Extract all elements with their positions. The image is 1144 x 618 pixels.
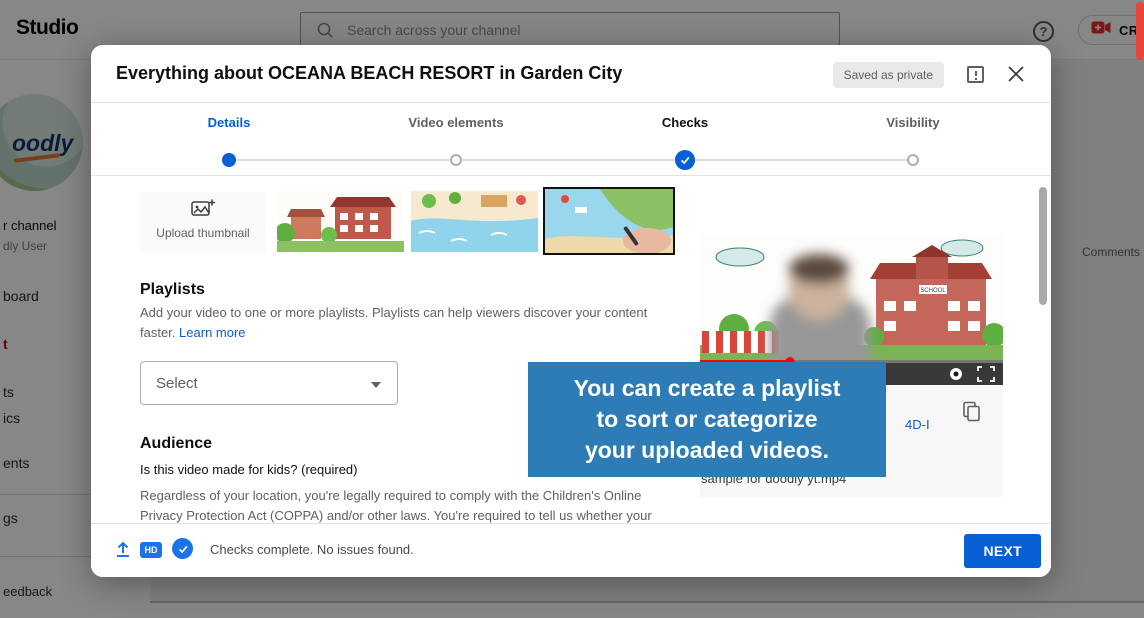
browser-scrollbar-thumb[interactable] [1136, 2, 1144, 60]
audience-heading: Audience [140, 435, 213, 452]
stepper-connector [229, 159, 913, 161]
upload-thumbnail-button[interactable]: Upload thumbnail [140, 192, 266, 252]
screen: Studio Search across your channel ? CREA… [0, 0, 1144, 618]
tab-checks[interactable]: Checks [615, 115, 755, 130]
tab-visibility[interactable]: Visibility [843, 115, 983, 130]
playlists-description: Add your video to one or more playlists.… [140, 303, 656, 343]
dialog-stepper: Details Video elements Checks Visibility [91, 103, 1051, 176]
upload-thumbnail-label: Upload thumbnail [156, 226, 250, 240]
thumbnail-option-1[interactable] [277, 191, 404, 252]
dialog-footer: HD Checks complete. No issues found. NEX… [91, 523, 1051, 577]
school-sign-text: SCHOOL [920, 288, 946, 294]
checks-complete-icon [172, 538, 193, 559]
dialog-title: Everything about OCEANA BEACH RESORT in … [116, 63, 623, 83]
upload-status-icon [113, 539, 133, 564]
next-button[interactable]: NEXT [964, 534, 1041, 568]
feedback-icon[interactable] [967, 66, 984, 83]
checks-status-text: Checks complete. No issues found. [210, 542, 414, 557]
feedback-exclamation-bar [974, 70, 977, 76]
hd-status-icon: HD [140, 542, 162, 558]
thumbnail-option-3-selected[interactable] [543, 187, 675, 255]
tooltip-line: your uploaded videos. [584, 437, 830, 463]
step-dot-video-elements[interactable] [450, 154, 462, 166]
chevron-down-icon [371, 382, 381, 388]
feedback-exclamation-dot [974, 77, 977, 80]
saved-status-badge: Saved as private [832, 62, 944, 88]
made-for-kids-question: Is this video made for kids? (required) [140, 462, 358, 477]
image-plus-icon [140, 199, 266, 224]
step-dot-checks-complete[interactable] [675, 150, 695, 170]
select-placeholder: Select [156, 375, 198, 392]
playlists-select-dropdown[interactable]: Select [140, 361, 398, 405]
dialog-header: Everything about OCEANA BEACH RESORT in … [91, 45, 1051, 103]
tooltip-line: You can create a playlist [573, 375, 841, 401]
tutorial-tooltip: You can create a playlist to sort or cat… [528, 362, 886, 477]
playlists-heading: Playlists [140, 281, 205, 298]
gear-icon [950, 368, 962, 380]
thumbnail-option-2[interactable] [411, 191, 538, 252]
dialog-scrollbar-thumb[interactable] [1039, 187, 1047, 305]
learn-more-link[interactable]: Learn more [179, 325, 245, 340]
step-dot-details-active[interactable] [222, 153, 236, 167]
copy-link-icon[interactable] [962, 401, 981, 427]
video-details-dialog: Everything about OCEANA BEACH RESORT in … [91, 45, 1051, 577]
close-icon[interactable] [1006, 64, 1026, 84]
tooltip-line: to sort or categorize [596, 406, 818, 432]
tab-details[interactable]: Details [159, 115, 299, 130]
audience-description: Regardless of your location, you're lega… [140, 488, 652, 523]
tab-video-elements[interactable]: Video elements [386, 115, 526, 130]
step-dot-visibility[interactable] [907, 154, 919, 166]
video-link[interactable]: 4D-I [905, 417, 930, 432]
